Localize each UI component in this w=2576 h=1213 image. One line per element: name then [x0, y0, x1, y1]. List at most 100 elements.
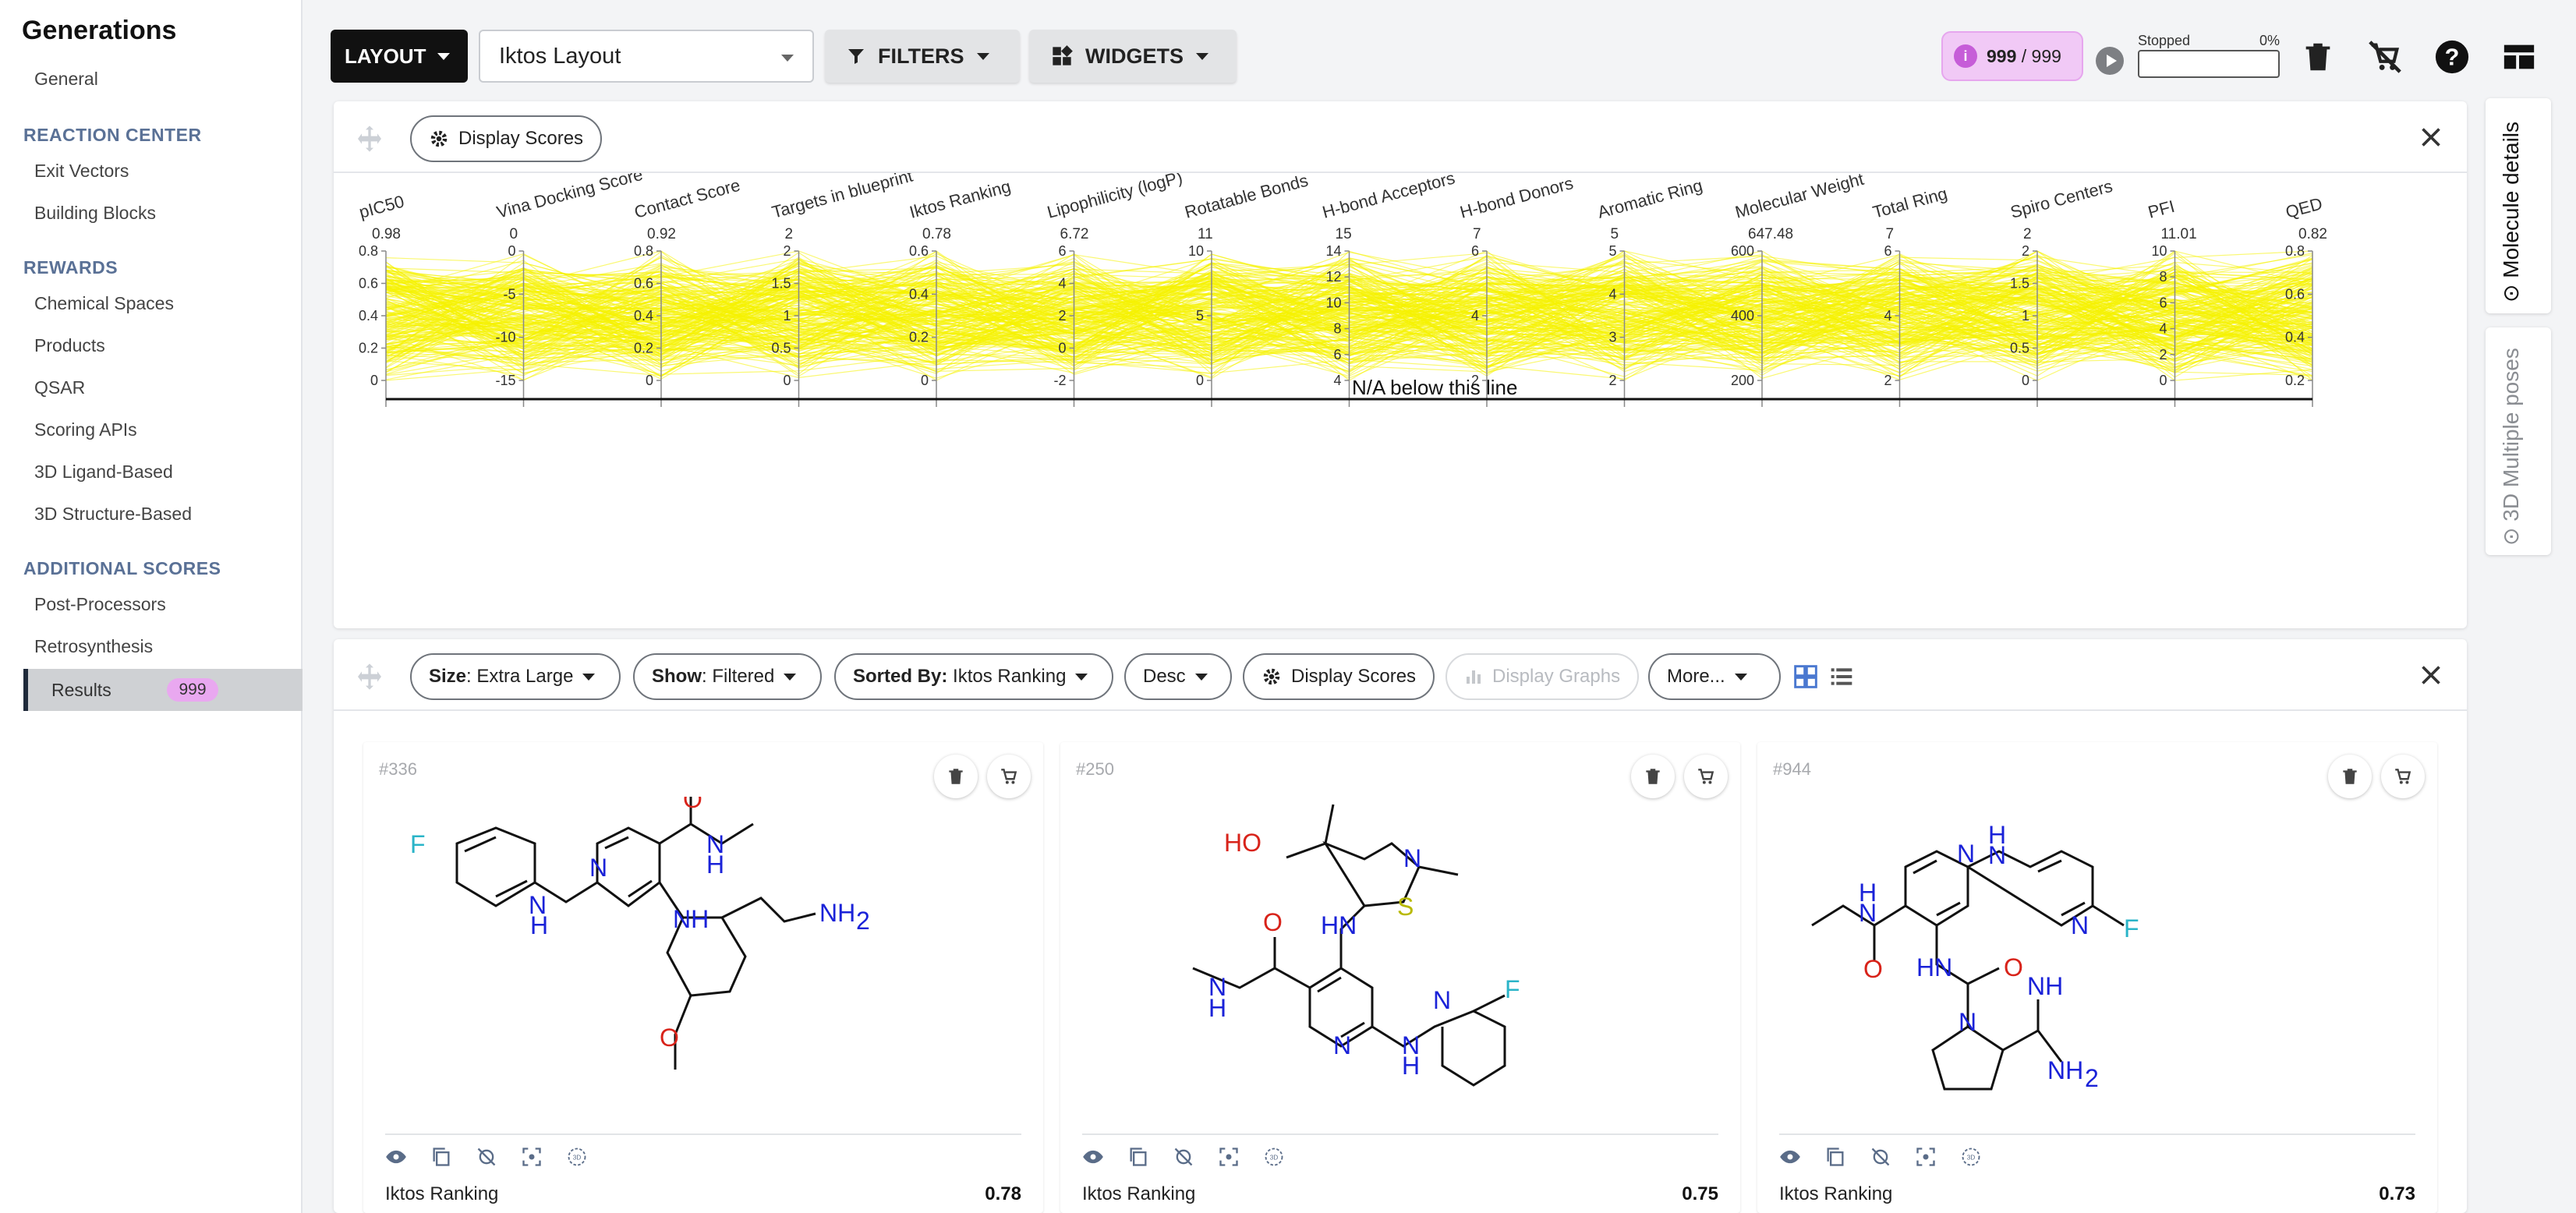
layout-select[interactable]: Iktos Layout	[479, 30, 814, 83]
score-label: Iktos Ranking	[1779, 1183, 1893, 1204]
molecule-card[interactable]: #944 H N O N H N N F HN O N NH NH 2 3D I…	[1757, 742, 2437, 1213]
score-label: Iktos Ranking	[1082, 1183, 1196, 1204]
axis-max-label: 15	[1336, 226, 1352, 242]
results-count-badge: 999	[167, 678, 218, 702]
list-view-icon[interactable]	[1829, 664, 1854, 689]
size-select[interactable]: Size: Extra Large	[410, 653, 621, 700]
gear-icon	[430, 130, 448, 147]
axis-max-label: 7	[1886, 226, 1895, 242]
tab-3d-multiple-poses[interactable]: ⊙ 3D Multiple poses	[2486, 327, 2551, 555]
svg-text:NH: NH	[819, 899, 855, 927]
add-to-cart-button[interactable]	[987, 755, 1031, 798]
axis-tick-label: 0	[646, 373, 653, 388]
help-icon[interactable]: ?	[2434, 39, 2470, 75]
axis-tick-label: -15	[495, 373, 515, 388]
copy-icon[interactable]	[430, 1146, 452, 1168]
focus-icon[interactable]	[1218, 1146, 1240, 1168]
axis-tick-label: 1	[783, 308, 791, 324]
molecule-id: #944	[1773, 759, 1811, 779]
svg-text:N: N	[1433, 986, 1451, 1014]
cart-off-icon[interactable]	[2367, 39, 2403, 75]
filters-button[interactable]: FILTERS	[825, 30, 1020, 83]
size-key: Size	[429, 666, 467, 687]
molecule-card[interactable]: #250 HO N S HN O N H N N H N F 3D Iktos …	[1060, 742, 1740, 1213]
axis-tick-label: 6	[1884, 243, 1891, 259]
axis-label: Total Ring	[1870, 183, 1949, 221]
parallel-coordinates-chart[interactable]: pIC50 0.98 0 0.2 0.4 0.6 0.8 Vina Docking Score…	[334, 173, 2467, 628]
svg-text:F: F	[1505, 975, 1520, 1003]
close-icon[interactable]	[2417, 661, 2445, 689]
focus-icon[interactable]	[1915, 1146, 1937, 1168]
sidebar-item-post-processors[interactable]: Post-Processors	[34, 594, 166, 615]
add-to-cart-button[interactable]	[1684, 755, 1728, 798]
copy-icon[interactable]	[1127, 1146, 1149, 1168]
order-select[interactable]: Desc	[1124, 653, 1232, 700]
axis-tick-label: -2	[1053, 373, 1066, 388]
display-graphs-button[interactable]: Display Graphs	[1445, 653, 1640, 700]
molecule-card[interactable]: #336 F N N H O N H NH NH 2 O 3D Iktos Ra…	[363, 742, 1043, 1213]
molecule-structure: H N O N H N N F HN O N NH NH 2	[1811, 821, 2139, 1092]
layout-icon[interactable]	[2501, 39, 2537, 75]
eye-icon[interactable]	[385, 1146, 407, 1168]
eye-icon[interactable]	[1779, 1146, 1801, 1168]
svg-text:N: N	[1988, 841, 2006, 869]
focus-icon[interactable]	[521, 1146, 543, 1168]
generation-counter[interactable]: i 999 / 999	[1941, 31, 2083, 81]
score-value: 0.75	[1682, 1183, 1718, 1204]
axis-tick-label: 0	[370, 373, 378, 388]
widgets-icon	[1053, 45, 1073, 65]
sidebar-item-retrosynthesis[interactable]: Retrosynthesis	[34, 636, 153, 657]
show-select[interactable]: Show: Filtered	[633, 653, 822, 700]
drag-handle-icon[interactable]	[354, 661, 385, 692]
sidebar-item-3d-structure-based[interactable]: 3D Structure-Based	[34, 504, 192, 525]
svg-text:H: H	[530, 911, 548, 939]
3d-view-icon[interactable]: 3D	[566, 1146, 588, 1168]
add-to-cart-button[interactable]	[2381, 755, 2425, 798]
delete-molecule-button[interactable]	[1631, 755, 1675, 798]
card-divider	[385, 1133, 1021, 1135]
axis-max-label: 0.82	[2298, 226, 2327, 242]
display-scores-button[interactable]: Display Scores	[410, 115, 603, 162]
trash-icon[interactable]	[2300, 39, 2336, 75]
na-label: N/A below this line	[1352, 376, 1517, 399]
tab-molecule-details[interactable]: ⊙ Molecule details	[2486, 98, 2551, 313]
progress-bar	[2138, 50, 2280, 78]
close-icon[interactable]	[2417, 123, 2445, 151]
delete-molecule-button[interactable]	[2328, 755, 2372, 798]
play-button[interactable]	[2096, 47, 2124, 75]
drag-handle-icon[interactable]	[354, 123, 385, 154]
svg-text:N: N	[1959, 1008, 1976, 1036]
axis-tick-label: 0.6	[359, 276, 378, 292]
layout-button[interactable]: LAYOUT	[331, 30, 468, 83]
hide-structure-icon[interactable]	[476, 1146, 497, 1168]
sidebar-item-results[interactable]: Results 999	[23, 669, 303, 711]
axis-tick-label: 14	[1325, 243, 1341, 259]
more-select[interactable]: More...	[1648, 653, 1781, 700]
sidebar-item-building-blocks[interactable]: Building Blocks	[34, 203, 156, 224]
eye-icon[interactable]	[1082, 1146, 1104, 1168]
display-scores-button[interactable]: Display Scores	[1243, 653, 1435, 700]
delete-molecule-button[interactable]	[934, 755, 978, 798]
widgets-button[interactable]: WIDGETS	[1029, 30, 1237, 83]
3d-view-icon[interactable]: 3D	[1960, 1146, 1982, 1168]
axis-label: Molecular Weight	[1733, 173, 1866, 222]
copy-icon[interactable]	[1824, 1146, 1846, 1168]
grid-view-icon[interactable]	[1793, 664, 1818, 689]
sidebar-item-products[interactable]: Products	[34, 335, 105, 356]
axis-label: QED	[2284, 193, 2325, 221]
3d-view-icon[interactable]: 3D	[1263, 1146, 1285, 1168]
hide-structure-icon[interactable]	[1173, 1146, 1194, 1168]
sidebar-item-exit-vectors[interactable]: Exit Vectors	[34, 161, 129, 182]
sort-select[interactable]: Sorted By: Iktos Ranking	[834, 653, 1113, 700]
chevron-down-icon	[437, 52, 450, 60]
sidebar-item-general[interactable]: General	[34, 69, 98, 90]
svg-text:S: S	[1397, 893, 1414, 921]
widgets-button-label: WIDGETS	[1085, 44, 1184, 68]
sidebar-item-scoring-apis[interactable]: Scoring APIs	[34, 419, 137, 440]
hide-structure-icon[interactable]	[1870, 1146, 1891, 1168]
sidebar-item-3d-ligand-based[interactable]: 3D Ligand-Based	[34, 462, 173, 483]
chevron-down-icon	[1196, 52, 1208, 60]
sidebar-item-qsar[interactable]: QSAR	[34, 377, 85, 398]
sidebar-item-chemical-spaces[interactable]: Chemical Spaces	[34, 293, 174, 314]
card-tools: 3D	[1779, 1146, 1982, 1168]
